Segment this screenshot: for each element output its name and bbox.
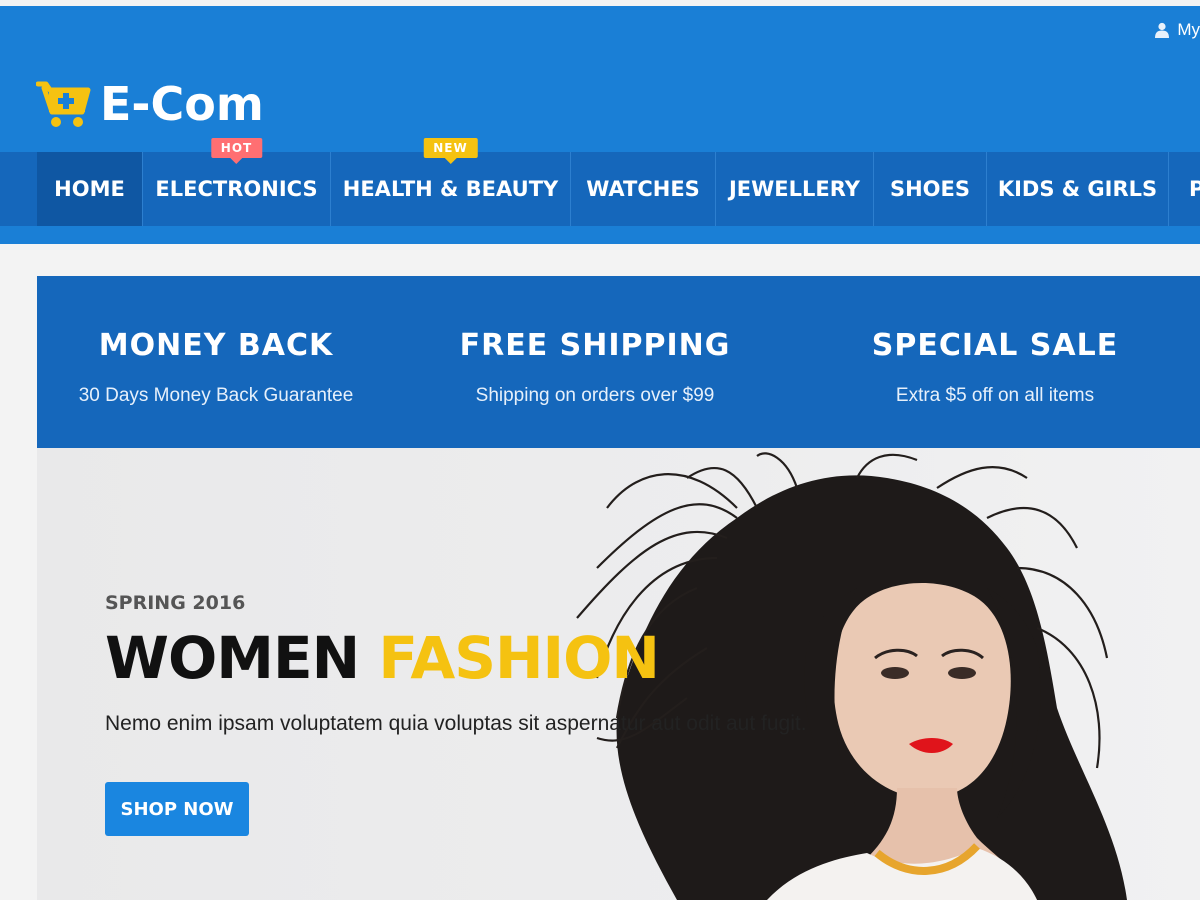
hero-title-part1: WOMEN xyxy=(105,624,360,692)
feature-subtitle: 30 Days Money Back Guarantee xyxy=(78,385,354,406)
main-nav: HOME HOT ELECTRONICS NEW HEALTH & BEAUTY… xyxy=(0,138,1200,226)
site-logo[interactable]: E-Com xyxy=(36,76,264,132)
hero-banner: SPRING 2016 WOMEN FASHION Nemo enim ipsa… xyxy=(37,448,1200,900)
feature-subtitle: Extra $5 off on all items xyxy=(895,385,1095,406)
nav-item-electronics[interactable]: HOT ELECTRONICS xyxy=(143,138,331,226)
nav-item-label: HEALTH & BEAUTY xyxy=(342,177,559,201)
hero-description: Nemo enim ipsam voluptatem quia voluptas… xyxy=(105,712,807,735)
feature-subtitle: Shipping on orders over $99 xyxy=(475,385,715,406)
nav-item-kids-girls[interactable]: KIDS & GIRLS xyxy=(987,152,1169,226)
hero-title-part2: FASHION xyxy=(378,624,660,692)
hero-season: SPRING 2016 xyxy=(105,592,246,614)
cart-logo-icon xyxy=(36,81,91,127)
hot-badge: HOT xyxy=(210,138,263,158)
account-link[interactable]: My xyxy=(1155,20,1200,40)
nav-item-health-beauty[interactable]: NEW HEALTH & BEAUTY xyxy=(331,138,571,226)
feature-title: FREE SHIPPING xyxy=(459,328,731,363)
feature-money-back: MONEY BACK 30 Days Money Back Guarantee xyxy=(37,276,395,448)
nav-item-home[interactable]: HOME xyxy=(37,152,143,226)
feature-special-sale: SPECIAL SALE Extra $5 off on all items xyxy=(795,276,1195,448)
feature-title: MONEY BACK xyxy=(98,328,334,363)
shop-now-button[interactable]: SHOP NOW xyxy=(105,782,249,836)
account-label: My xyxy=(1177,20,1200,39)
nav-item-partial[interactable]: P xyxy=(1169,152,1200,226)
site-header: My E-Com HOME HOT ELECTRONICS NEW HEALTH… xyxy=(0,6,1200,244)
nav-list: HOME HOT ELECTRONICS NEW HEALTH & BEAUTY… xyxy=(37,138,1200,226)
nav-item-label: SHOES xyxy=(889,177,971,201)
new-badge: NEW xyxy=(423,138,478,158)
features-bar: MONEY BACK 30 Days Money Back Guarantee … xyxy=(37,276,1200,448)
nav-item-label: JEWELLERY xyxy=(728,177,860,201)
hero-title: WOMEN FASHION xyxy=(105,624,660,692)
nav-item-label: WATCHES xyxy=(586,177,700,201)
feature-title: SPECIAL SALE xyxy=(871,328,1119,363)
nav-item-watches[interactable]: WATCHES xyxy=(571,152,716,226)
logo-text: E-Com xyxy=(100,77,264,131)
nav-item-label: KIDS & GIRLS xyxy=(997,177,1158,201)
nav-item-label: P xyxy=(1189,177,1200,201)
nav-item-label: ELECTRONICS xyxy=(155,177,318,201)
user-icon xyxy=(1155,22,1170,38)
nav-item-label: HOME xyxy=(54,177,125,201)
nav-item-jewellery[interactable]: JEWELLERY xyxy=(716,152,874,226)
feature-free-shipping: FREE SHIPPING Shipping on orders over $9… xyxy=(395,276,795,448)
nav-item-shoes[interactable]: SHOES xyxy=(874,152,987,226)
